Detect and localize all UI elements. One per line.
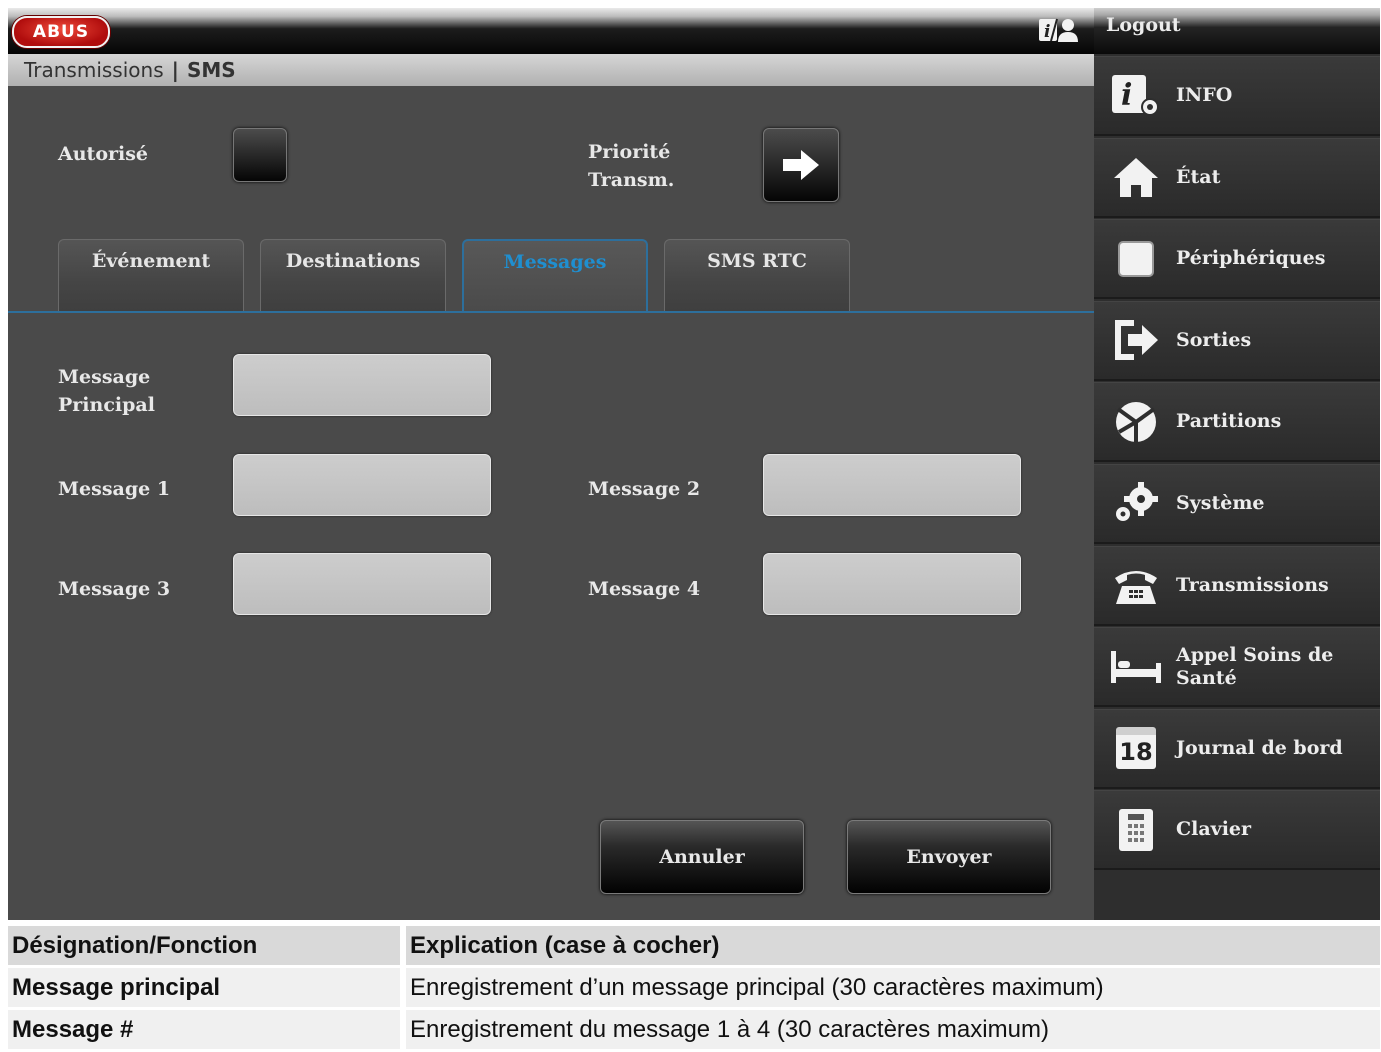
sidebar-item-label-line2: Santé <box>1176 666 1237 689</box>
cancel-button[interactable]: Annuler <box>600 820 804 894</box>
logout-button[interactable]: Logout <box>1094 8 1380 54</box>
table-cell: Enregistrement du message 1 à 4 (30 cara… <box>403 1008 1380 1052</box>
sidebar-item-label: Partitions <box>1176 410 1282 433</box>
telephone-icon <box>1115 571 1157 605</box>
table-header-cell: Désignation/Fonction <box>8 926 406 968</box>
abus-logo: ABUS <box>12 16 110 48</box>
exit-arrow-icon <box>1115 320 1158 361</box>
help-user-icon[interactable]: i <box>1038 16 1080 44</box>
sidebar-item-partitions[interactable]: Partitions <box>1094 382 1380 463</box>
sidebar-item-appel-soins[interactable]: Appel Soins de Santé <box>1094 627 1380 708</box>
bed-icon <box>1111 650 1161 683</box>
calendar-day: 18 <box>1119 738 1153 767</box>
breadcrumb-section[interactable]: Transmissions <box>24 58 164 82</box>
sidebar-item-info[interactable]: i INFO <box>1094 56 1380 136</box>
sidebar-item-transmissions[interactable]: Transmissions <box>1094 545 1380 626</box>
message4-label: Message 4 <box>588 578 701 600</box>
breadcrumb-separator: | <box>171 58 179 82</box>
table-cell: Message principal <box>8 966 406 1010</box>
tab-messages[interactable]: Messages <box>462 239 648 313</box>
table-header-row: Désignation/Fonction Explication (case à… <box>8 926 1380 968</box>
sidebar-item-label: Appel Soins de Santé <box>1176 644 1333 690</box>
message2-label: Message 2 <box>588 478 701 500</box>
svg-text:i: i <box>1044 22 1050 42</box>
sidebar-item-clavier[interactable]: Clavier <box>1094 790 1380 871</box>
arrow-right-icon <box>783 150 819 180</box>
send-button[interactable]: Envoyer <box>847 820 1051 894</box>
autorise-label: Autorisé <box>58 143 149 165</box>
app-screen: ABUS i Transmissions | SMS Autorisé Prio… <box>8 8 1380 920</box>
sidebar: Logout i INFO État Périphériques Sorties… <box>1094 8 1380 920</box>
sidebar-item-peripheriques[interactable]: Périphériques <box>1094 219 1380 300</box>
documentation-table: Désignation/Fonction Explication (case à… <box>8 926 1380 1052</box>
svg-text:i: i <box>1121 78 1132 113</box>
message1-label: Message 1 <box>58 478 171 500</box>
table-row: Message principal Enregistrement d’un me… <box>8 966 1380 1010</box>
keypad-icon <box>1119 808 1153 851</box>
gears-icon <box>1116 482 1158 522</box>
autorise-toggle[interactable] <box>233 128 287 182</box>
priorite-label: Priorité Transm. <box>588 138 674 194</box>
message1-input[interactable] <box>233 454 491 516</box>
tab-evenement[interactable]: Événement <box>58 239 244 311</box>
home-icon <box>1114 158 1158 198</box>
square-icon <box>1118 240 1154 277</box>
tab-sms-rtc[interactable]: SMS RTC <box>664 239 850 311</box>
message-principal-label-line1: Message <box>58 366 151 388</box>
calendar-icon: 18 <box>1116 727 1156 770</box>
sidebar-item-label: Journal de bord <box>1176 736 1343 759</box>
sidebar-item-systeme[interactable]: Système <box>1094 463 1380 544</box>
message2-input[interactable] <box>763 454 1021 516</box>
sidebar-item-label: Système <box>1176 491 1265 514</box>
sidebar-item-label: Sorties <box>1176 328 1252 351</box>
sidebar-nav: i INFO État Périphériques Sorties Partit… <box>1094 56 1380 872</box>
table-cell: Enregistrement d’un message principal (3… <box>403 966 1380 1010</box>
info-gear-icon: i <box>1112 74 1159 116</box>
message-principal-label-line2: Principal <box>58 394 155 416</box>
message3-label: Message 3 <box>58 578 171 600</box>
sidebar-item-label: Périphériques <box>1176 247 1326 270</box>
message3-input[interactable] <box>233 553 491 615</box>
priorite-label-line2: Transm. <box>588 169 675 191</box>
tabs-divider <box>8 311 1094 313</box>
pie-partition-icon <box>1116 401 1156 443</box>
table-row: Message # Enregistrement du message 1 à … <box>8 1008 1380 1052</box>
message4-input[interactable] <box>763 553 1021 615</box>
table-cell: Message # <box>8 1008 406 1052</box>
message-principal-input[interactable] <box>233 354 491 416</box>
priorite-label-line1: Priorité <box>588 141 671 163</box>
sidebar-item-label: INFO <box>1176 84 1233 106</box>
sidebar-item-sorties[interactable]: Sorties <box>1094 300 1380 381</box>
breadcrumb-current: SMS <box>186 58 236 82</box>
tab-destinations[interactable]: Destinations <box>260 239 446 311</box>
priorite-button[interactable] <box>763 128 839 202</box>
sidebar-item-etat[interactable]: État <box>1094 137 1380 218</box>
top-bar: ABUS i <box>8 8 1094 54</box>
sidebar-item-label: Transmissions <box>1176 573 1329 596</box>
table-header-cell: Explication (case à cocher) <box>403 926 1380 968</box>
breadcrumb: Transmissions | SMS <box>8 54 1094 86</box>
message-principal-label: Message Principal <box>58 363 155 419</box>
sidebar-item-journal[interactable]: 18 Journal de bord <box>1094 708 1380 789</box>
sidebar-item-label: Clavier <box>1176 818 1252 841</box>
sidebar-item-label-line1: Appel Soins de <box>1176 643 1334 666</box>
sidebar-item-label: État <box>1176 165 1221 188</box>
